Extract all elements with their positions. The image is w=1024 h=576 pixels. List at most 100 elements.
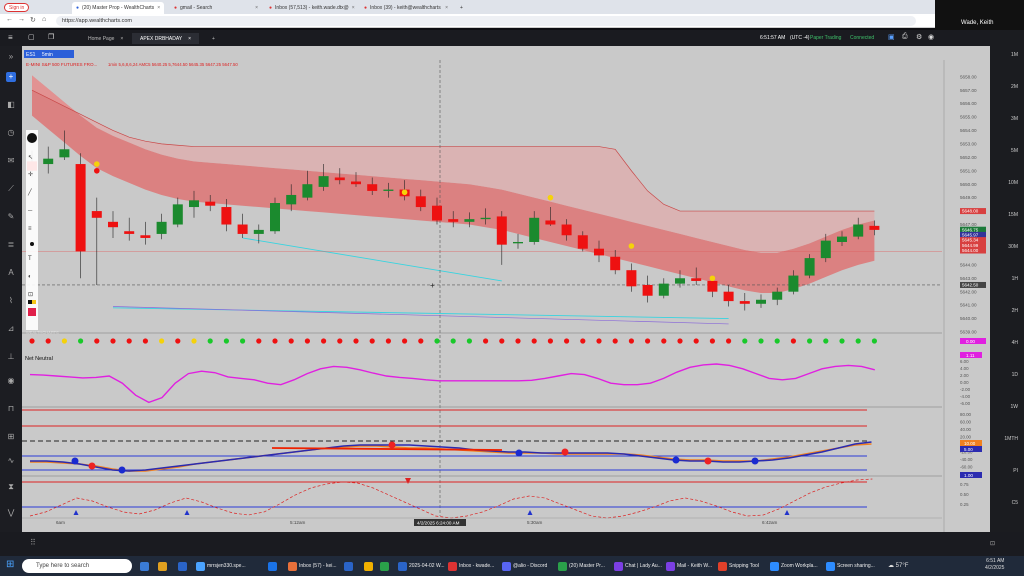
settings-icon[interactable]: ⚙ — [916, 33, 922, 41]
add-icon[interactable]: + — [6, 72, 16, 82]
forward-icon[interactable]: → — [18, 16, 25, 23]
timeframe-button[interactable]: 4H — [1012, 340, 1018, 346]
dot-icon[interactable] — [30, 242, 34, 246]
fib-icon[interactable]: ≡ — [28, 226, 32, 232]
new-tab-button[interactable]: + — [456, 2, 467, 14]
text-tool-icon[interactable]: T — [28, 256, 32, 262]
timeframe-button[interactable]: 1M — [1011, 52, 1018, 58]
tab-close-icon[interactable]: × — [157, 5, 160, 11]
indicator-icon[interactable]: ∿ — [6, 456, 16, 466]
timeframe-button[interactable]: 1D — [1012, 372, 1018, 378]
sign-in-button[interactable]: Sign in — [4, 3, 30, 12]
panel-expand-icon[interactable]: ⊡ — [990, 540, 995, 547]
timeframe-button[interactable]: C5 — [1012, 500, 1018, 506]
crosshair-icon[interactable]: ✛ — [28, 171, 33, 178]
shape-icon[interactable]: ◐ — [28, 274, 32, 280]
taskbar-app[interactable]: (20) Master Pr... — [558, 559, 605, 573]
timeframe-button[interactable]: 2M — [1011, 84, 1018, 90]
grid-icon[interactable]: ⠿ — [30, 538, 36, 547]
timeframe-button[interactable]: 10M — [1008, 180, 1018, 186]
ruler-icon[interactable]: ⊿ — [6, 324, 16, 334]
taskbar-app[interactable] — [268, 559, 277, 573]
menu-icon[interactable]: ≡ — [8, 33, 13, 42]
taskbar-app[interactable] — [380, 559, 389, 573]
color-swatch-yellow[interactable] — [32, 300, 36, 304]
tab-close-icon[interactable]: × — [445, 5, 448, 11]
app-tab[interactable]: Home Page × — [80, 33, 131, 44]
taskbar-app[interactable]: 2025-04-02 W... — [398, 559, 445, 573]
text-icon[interactable]: A — [6, 268, 16, 278]
taskbar-app[interactable] — [178, 559, 187, 573]
layout-icon[interactable]: ▢ — [28, 33, 35, 41]
taskbar-app[interactable]: Chat | Lady Au... — [614, 559, 662, 573]
timeframe-label[interactable]: 5min — [42, 52, 53, 58]
account-icon[interactable]: ◉ — [928, 33, 934, 41]
taskbar-app[interactable] — [344, 559, 353, 573]
timeframe-button[interactable]: 15M — [1008, 212, 1018, 218]
timeframe-button[interactable]: 2H — [1012, 308, 1018, 314]
copy-icon[interactable]: ❐ — [48, 33, 54, 41]
taskbar-app[interactable] — [140, 559, 149, 573]
taskbar-app[interactable]: @alio - Discord — [502, 559, 547, 573]
taskbar-app[interactable]: Inbox (57) - kei... — [288, 559, 337, 573]
browser-tab[interactable]: ● Inbox (39) - keith@wealthcharts × — [360, 2, 452, 14]
cursor-icon[interactable]: ↖ — [28, 155, 33, 161]
browser-tab[interactable]: ● gmail - Search × — [170, 2, 262, 14]
timeframe-button[interactable]: 5M — [1011, 148, 1018, 154]
collapse-down-icon[interactable]: ⋁ — [6, 508, 16, 518]
measure-icon[interactable]: ⊥ — [6, 352, 16, 362]
trendline-icon[interactable]: ╱ — [27, 188, 32, 196]
taskbar-app[interactable]: Zoom Workpla... — [770, 559, 818, 573]
chart-line-icon[interactable]: ⟋ — [6, 184, 16, 194]
layers-icon[interactable]: ≣ — [6, 240, 16, 250]
timeframe-button[interactable]: 1W — [1011, 404, 1019, 410]
tab-close-icon[interactable]: × — [255, 5, 258, 11]
timeframe-button[interactable]: 3M — [1011, 116, 1018, 122]
hline-icon[interactable]: ─ — [27, 208, 33, 214]
color-swatch[interactable] — [28, 308, 36, 316]
reload-icon[interactable]: ↻ — [30, 16, 36, 24]
lock-icon[interactable]: ⊡ — [28, 292, 33, 298]
pencil-icon[interactable]: ✎ — [6, 212, 16, 222]
clock-icon[interactable]: ◷ — [6, 128, 16, 138]
tab-close-icon[interactable]: × — [352, 5, 355, 11]
signal-dot — [94, 338, 100, 344]
taskbar-app[interactable] — [364, 559, 373, 573]
taskbar-search[interactable]: Type here to search — [22, 559, 132, 573]
taskbar-app[interactable]: mrrsjen330.spe... — [196, 559, 246, 573]
timeframe-button[interactable]: 30M — [1008, 244, 1018, 250]
chart-canvas[interactable]: ES1 5min E-MINI S&P 500 FUTURES FRO... 1… — [22, 46, 990, 532]
save-icon[interactable]: ▣ — [888, 33, 895, 41]
timeframe-button[interactable]: PI — [1013, 468, 1018, 474]
taskbar-app[interactable]: Mail - Keith W... — [666, 559, 712, 573]
gift-icon[interactable]: ✉ — [6, 156, 16, 166]
taskbar-app[interactable]: Screen sharing... — [826, 559, 875, 573]
osc1-tag: 1.11 — [966, 353, 975, 358]
color-swatch-black[interactable] — [28, 300, 32, 304]
add-app-tab-button[interactable]: + — [204, 33, 223, 44]
back-icon[interactable]: ← — [6, 16, 13, 23]
address-bar[interactable]: https://app.wealthcharts.com — [56, 16, 916, 26]
collapse-icon[interactable]: » — [6, 52, 16, 62]
browser-tab[interactable]: ● Inbox (57,513) - keith.wade.dtx@ × — [265, 2, 357, 14]
taskbar-app-label: Chat | Lady Au... — [625, 563, 662, 569]
home-icon[interactable]: ⌂ — [42, 16, 46, 23]
app-tab[interactable]: APEX DRBHADAY × — [132, 33, 200, 44]
windows-start-icon[interactable]: ⊞ — [6, 559, 14, 570]
eye-icon[interactable]: ◉ — [6, 376, 16, 386]
watchlist-icon[interactable]: ◧ — [6, 100, 16, 110]
pin-icon[interactable] — [27, 133, 37, 143]
app-tab-close-icon[interactable]: × — [188, 36, 191, 42]
brush-icon[interactable]: ⌇ — [6, 296, 16, 306]
timeframe-button[interactable]: 1MTH — [1004, 436, 1018, 442]
taskbar-app[interactable] — [158, 559, 167, 573]
app-tab-close-icon[interactable]: × — [120, 36, 123, 42]
stats-icon[interactable]: ⊞ — [6, 432, 16, 442]
print-icon[interactable]: ⎙ — [902, 33, 908, 41]
filter-icon[interactable]: ⧗ — [6, 482, 16, 492]
taskbar-app[interactable]: Snipping Tool — [718, 559, 759, 573]
taskbar-app[interactable]: Inbox - kwade... — [448, 559, 494, 573]
magnet-icon[interactable]: ⊓ — [6, 404, 16, 414]
browser-tab[interactable]: ● (20) Master Prop - WealthCharts × — [72, 2, 164, 14]
timeframe-button[interactable]: 1H — [1012, 276, 1018, 282]
